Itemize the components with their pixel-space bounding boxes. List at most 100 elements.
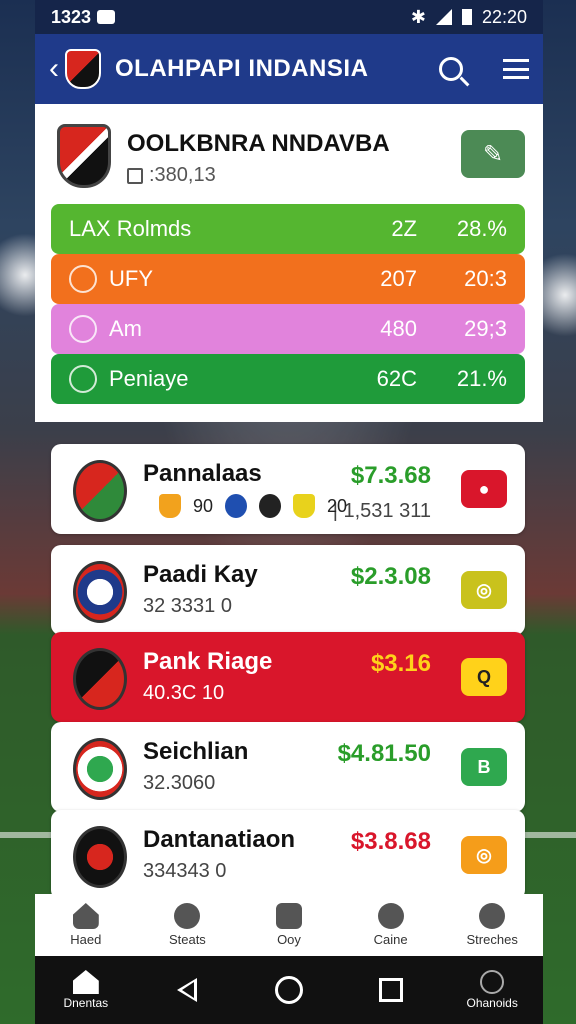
- nav-right-label: Ohanoids: [466, 996, 518, 1010]
- battery-icon: [461, 9, 472, 25]
- tab-label: Streches: [466, 932, 518, 947]
- app-title: OLAHPAPI INDANSIA: [115, 55, 369, 82]
- flag-icon: [69, 365, 97, 393]
- item-price: $4.81.50: [337, 740, 431, 767]
- tab-caine[interactable]: Caine: [351, 903, 431, 947]
- home-icon: [72, 970, 99, 994]
- plane-icon: [69, 315, 97, 343]
- list-item[interactable]: Dantanatiaon 334343 0 $3.8.68 ◎: [51, 810, 525, 900]
- list-item[interactable]: Pank Riage 40.3C 10 $3.16 Q: [51, 632, 525, 722]
- edit-button[interactable]: ✎: [461, 130, 525, 178]
- nav-home-circle-button[interactable]: [249, 976, 329, 1004]
- stat-v1: 2Z: [391, 216, 417, 241]
- item-action-button[interactable]: ◎: [461, 571, 507, 609]
- club-summary-card: OOLKBNRA NNDAVBA :380,13 ✎ LAX Rolmds 2Z 2…: [35, 104, 543, 422]
- pen-icon: [275, 903, 302, 929]
- chip-right-value: 20: [327, 495, 348, 516]
- item-price: $7.3.68: [350, 462, 431, 489]
- notification-icon: [97, 10, 116, 24]
- status-time-right: 22:20: [481, 6, 527, 27]
- system-nav-bar: Dnentas Ohanoids: [35, 956, 543, 1024]
- stat-row[interactable]: Am 480 29;3: [51, 304, 525, 354]
- club-crest-icon: [73, 826, 127, 888]
- stat-label: LAX Rolmds: [69, 216, 192, 241]
- item-action-button[interactable]: ◎: [461, 836, 507, 874]
- nav-profile-button[interactable]: Ohanoids: [452, 970, 532, 1010]
- phone-screen: 1323 ✱ 22:20 ‹ OLAHPAPI INDANSIA OOLKBNR…: [35, 0, 543, 1024]
- item-name: Paadi Kay: [143, 561, 258, 588]
- menu-icon[interactable]: [503, 59, 529, 79]
- stat-v2: 20:3: [464, 266, 507, 291]
- square-icon: [378, 978, 403, 1002]
- status-time-left: 1323: [51, 6, 92, 27]
- badge-icon: [159, 494, 181, 518]
- stat-row[interactable]: LAX Rolmds 2Z 28.%: [51, 204, 525, 254]
- item-action-button[interactable]: B: [461, 748, 507, 786]
- club-crest-icon: [57, 124, 111, 188]
- user-icon: [479, 903, 506, 929]
- club-sub-value: :380,13: [149, 164, 216, 186]
- id-icon: [127, 167, 143, 184]
- target-icon: [69, 265, 97, 293]
- circle-icon: [274, 976, 303, 1004]
- chat-icon: [174, 903, 201, 929]
- badge-icon: [259, 494, 282, 518]
- stat-row[interactable]: UFY 207 20:3: [51, 254, 525, 304]
- tab-ooy[interactable]: Ooy: [249, 903, 329, 947]
- item-subtitle: 32.3060: [143, 772, 216, 794]
- nav-back-button[interactable]: [147, 978, 227, 1002]
- stat-label: Peniaye: [109, 366, 189, 391]
- tab-haed[interactable]: Haed: [46, 903, 126, 947]
- nfc-icon: ✱: [410, 6, 426, 27]
- chip-left-value: 90: [193, 495, 214, 516]
- club-crest-icon: [73, 648, 127, 710]
- stat-label: UFY: [109, 266, 153, 291]
- list-item[interactable]: Pannalaas $7.3.68 | 1,531 311 ● 90 20: [51, 444, 525, 534]
- item-action-button[interactable]: ●: [461, 470, 507, 508]
- club-subtitle: :380,13: [127, 164, 216, 187]
- club-crest-icon: [73, 738, 127, 800]
- stat-v2: 29;3: [464, 316, 507, 341]
- item-name: Dantanatiaon: [143, 826, 296, 853]
- app-bar: ‹ OLAHPAPI INDANSIA: [35, 34, 543, 104]
- tab-label: Ooy: [277, 932, 301, 947]
- bottom-tab-bar: Haed Steats Ooy Caine Streches: [35, 894, 543, 956]
- stat-label: Am: [109, 316, 142, 341]
- item-price: $3.8.68: [350, 828, 431, 855]
- back-button[interactable]: ‹: [49, 52, 59, 86]
- stat-v1: 62C: [376, 366, 417, 391]
- back-triangle-icon: [177, 978, 198, 1002]
- item-name: Seichlian: [143, 738, 249, 765]
- tab-label: Haed: [70, 932, 102, 947]
- badge-icon: [225, 494, 248, 518]
- nav-recents-button[interactable]: [351, 978, 431, 1002]
- club-name: OOLKBNRA NNDAVBA: [127, 130, 390, 157]
- stat-v2: 21.%: [456, 366, 507, 391]
- stat-v1: 207: [380, 266, 417, 291]
- signal-icon: [435, 9, 452, 25]
- item-name: Pank Riage: [143, 648, 273, 675]
- item-action-button[interactable]: Q: [461, 658, 507, 696]
- stat-v2: 28.%: [456, 216, 507, 241]
- stat-row[interactable]: Peniaye 62C 21.%: [51, 354, 525, 404]
- ball-icon: [377, 903, 404, 929]
- tab-streches[interactable]: Streches: [452, 903, 532, 947]
- item-secondary: | 1,531 311: [332, 500, 431, 522]
- tab-steats[interactable]: Steats: [147, 903, 227, 947]
- item-subtitle: 32 3331 0: [143, 595, 232, 617]
- nav-left-label: Dnentas: [63, 996, 109, 1010]
- nav-home-button[interactable]: Dnentas: [46, 970, 126, 1010]
- stat-v1: 480: [380, 316, 417, 341]
- item-subtitle: 334343 0: [143, 860, 227, 882]
- club-crest-icon: [73, 561, 127, 623]
- search-icon[interactable]: [439, 57, 463, 81]
- user-icon: [480, 970, 505, 994]
- item-price: $3.16: [370, 650, 431, 677]
- tab-label: Caine: [373, 932, 408, 947]
- club-crest-icon: [73, 460, 127, 522]
- list-item[interactable]: Paadi Kay 32 3331 0 $2.3.08 ◎: [51, 545, 525, 635]
- item-name: Pannalaas: [143, 460, 262, 487]
- list-item[interactable]: Seichlian 32.3060 $4.81.50 B: [51, 722, 525, 812]
- item-price: $2.3.08: [350, 563, 431, 590]
- home-icon: [72, 903, 99, 929]
